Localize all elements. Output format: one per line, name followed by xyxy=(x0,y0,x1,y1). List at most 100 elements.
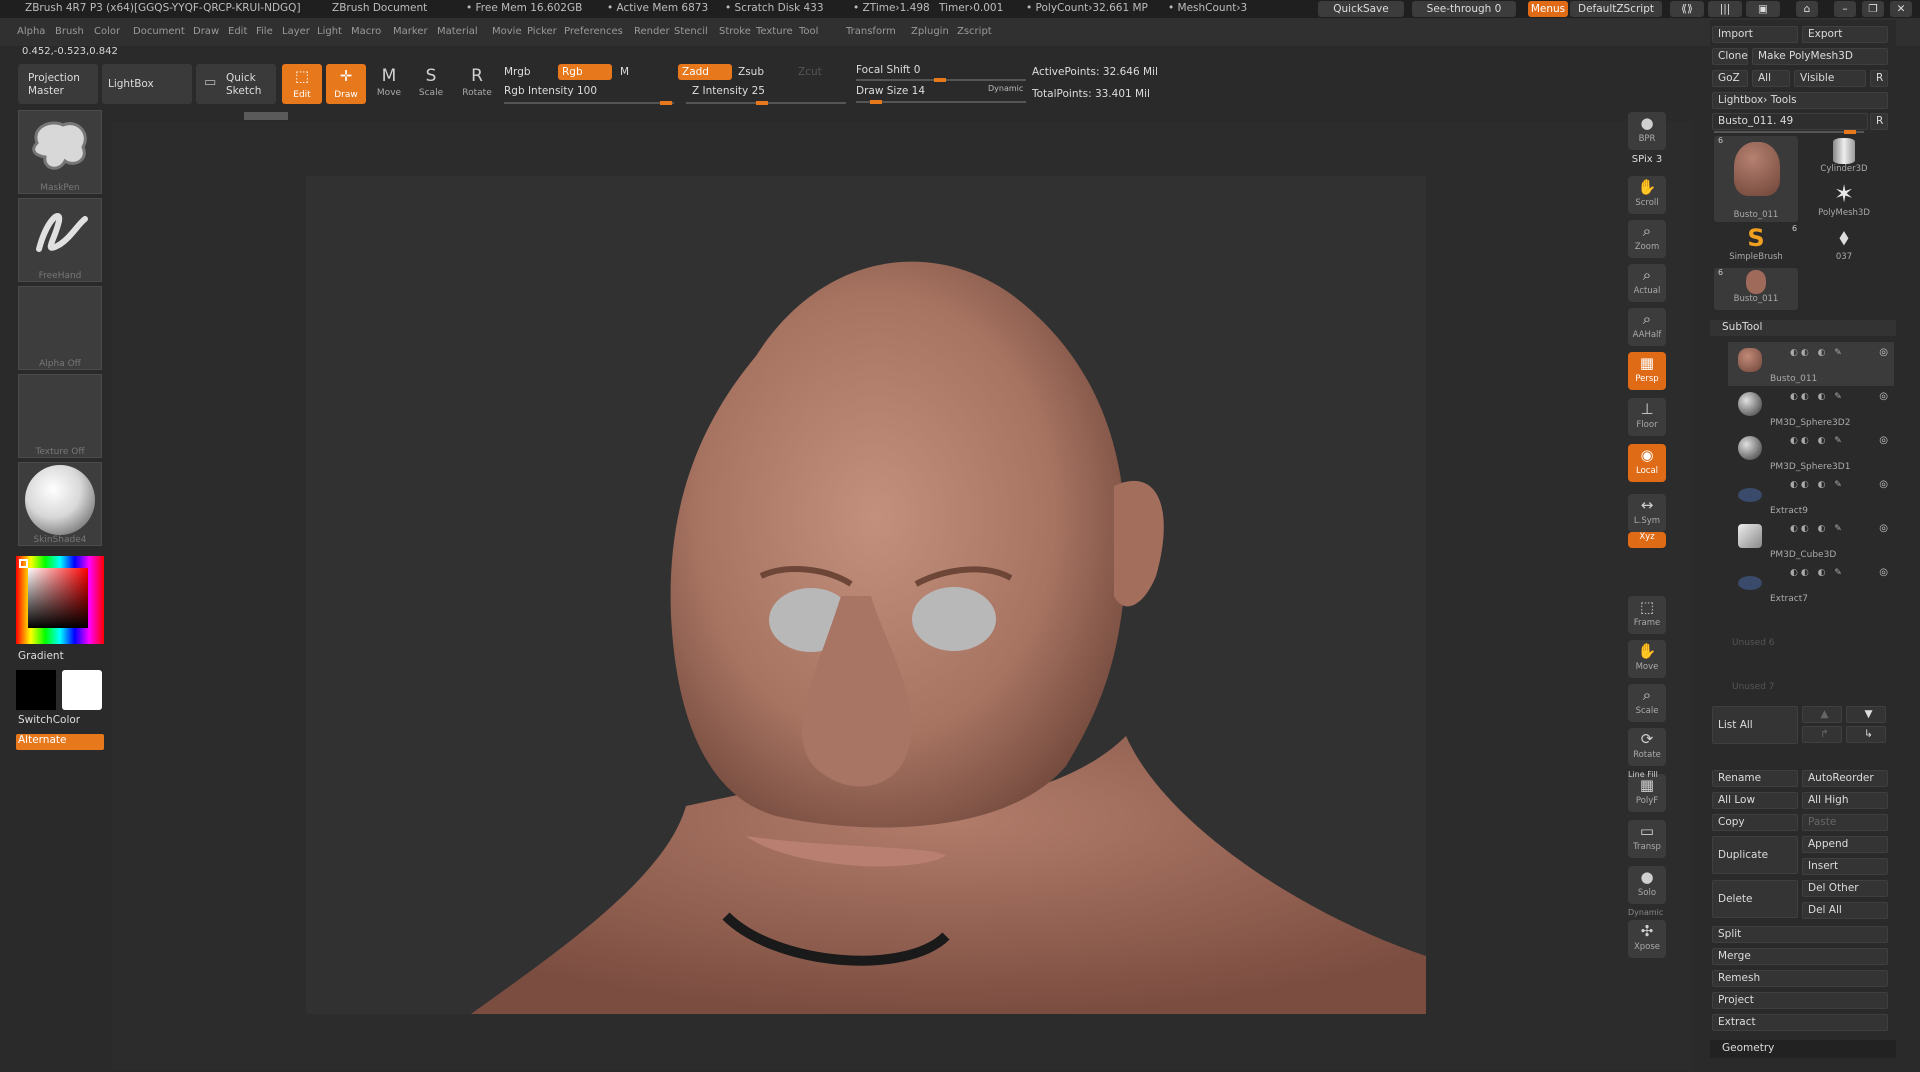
z-intensity-slider[interactable]: Z Intensity 25 xyxy=(692,85,765,97)
menu-light[interactable]: Light xyxy=(317,26,342,37)
subtool-row[interactable]: Unused 7 xyxy=(1728,650,1894,694)
main-color-swatch[interactable] xyxy=(16,670,56,710)
material-slot[interactable]: SkinShade4 xyxy=(18,462,102,546)
shelf-persp[interactable]: ▦ Persp xyxy=(1628,352,1666,390)
gradient-label[interactable]: Gradient xyxy=(18,650,64,662)
subtool-controls[interactable]: ◐◐ ◐ ✎ xyxy=(1790,480,1845,490)
rotate-button[interactable]: R Rotate xyxy=(458,64,496,104)
zcut-toggle[interactable]: Zcut xyxy=(798,66,822,78)
lightbox-tools-button[interactable]: Lightbox› Tools xyxy=(1712,92,1888,109)
insert-button[interactable]: Insert xyxy=(1802,858,1888,875)
project-section[interactable]: Project xyxy=(1712,992,1888,1009)
color-picker-square[interactable] xyxy=(28,568,88,628)
list-all-button[interactable]: List All xyxy=(1712,706,1798,744)
delete-button[interactable]: Delete xyxy=(1712,880,1798,918)
subtool-controls[interactable]: ◐◐ ◐ ✎ xyxy=(1790,348,1845,358)
draw-button[interactable]: ✛ Draw xyxy=(326,64,366,104)
tool-thumb-polymesh[interactable]: ✶ PolyMesh3D xyxy=(1802,180,1886,222)
rgb-intensity-track[interactable] xyxy=(504,101,674,105)
edit-button[interactable]: ⬚ Edit xyxy=(282,64,322,104)
secondary-color-swatch[interactable] xyxy=(62,670,102,710)
visibility-eye-icon[interactable]: ◎ xyxy=(1879,567,1888,578)
tool-thumb-busto[interactable]: 6 Busto_011 xyxy=(1714,136,1798,222)
menu-alpha[interactable]: Alpha xyxy=(17,26,45,37)
menu-tool[interactable]: Tool xyxy=(799,26,818,37)
shelf-xpose[interactable]: ✣ Xpose xyxy=(1628,920,1666,958)
remesh-section[interactable]: Remesh xyxy=(1712,970,1888,987)
export-button[interactable]: Export xyxy=(1802,26,1888,43)
duplicate-button[interactable]: Duplicate xyxy=(1712,836,1798,874)
subtool-controls[interactable]: ◐◐ ◐ ✎ xyxy=(1790,392,1845,402)
shelf-polyf[interactable]: ▦ PolyF xyxy=(1628,774,1666,812)
color-picker-handle[interactable] xyxy=(19,559,28,568)
make-polymesh-button[interactable]: Make PolyMesh3D xyxy=(1752,48,1888,65)
rgb-toggle[interactable]: Rgb xyxy=(558,64,612,80)
tool-thumb-simplebrush[interactable]: S SimpleBrush xyxy=(1714,224,1798,266)
goz-button[interactable]: GoZ xyxy=(1712,70,1748,87)
focal-shift-slider[interactable]: Focal Shift 0 xyxy=(856,64,920,76)
alpha-slot[interactable]: Alpha Off xyxy=(18,286,102,370)
shelf-move[interactable]: ✋ Move xyxy=(1628,640,1666,678)
shelf-actual[interactable]: ⌕ Actual xyxy=(1628,264,1666,302)
menu-picker[interactable]: Picker xyxy=(527,26,557,37)
projection-master-button[interactable]: Projection Master xyxy=(18,64,98,104)
shelf-spix-3[interactable]: SPix 3 xyxy=(1628,154,1666,172)
move-down-arrow-icon[interactable]: ▼ xyxy=(1846,706,1886,723)
focal-shift-knob[interactable] xyxy=(934,78,946,82)
goz-r-button[interactable]: R xyxy=(1870,70,1888,87)
menu-layer[interactable]: Layer xyxy=(282,26,310,37)
brush-slot[interactable]: MaskPen xyxy=(18,110,102,194)
visibility-eye-icon[interactable]: ◎ xyxy=(1879,479,1888,490)
window-icon[interactable]: ▣ xyxy=(1746,1,1780,17)
shelf-scroll[interactable]: ✋ Scroll xyxy=(1628,176,1666,214)
tool-thumb-cylinder[interactable]: Cylinder3D xyxy=(1802,136,1886,178)
focal-shift-track[interactable] xyxy=(856,78,1026,82)
shelf-l-sym[interactable]: ↔ L.Sym xyxy=(1628,494,1666,532)
alternate-button[interactable]: Alternate xyxy=(16,734,104,750)
tool-slider-knob[interactable] xyxy=(1844,130,1856,134)
goz-visible-button[interactable]: Visible xyxy=(1794,70,1866,87)
switch-color-button[interactable]: SwitchColor xyxy=(16,714,104,730)
del-other-button[interactable]: Del Other xyxy=(1802,880,1888,897)
menu-draw[interactable]: Draw xyxy=(193,26,219,37)
tool-thumb-037[interactable]: 6 ⬧ 037 xyxy=(1792,224,1886,266)
del-all-button[interactable]: Del All xyxy=(1802,902,1888,919)
minimize-icon[interactable]: – xyxy=(1834,1,1856,17)
zadd-toggle[interactable]: Zadd xyxy=(678,64,732,80)
subtool-row[interactable]: ◐◐ ◐ ✎ ◎ PM3D_Sphere3D2 xyxy=(1728,386,1894,430)
goz-all-button[interactable]: All xyxy=(1752,70,1790,87)
menu-stencil[interactable]: Stencil xyxy=(674,26,708,37)
document-viewport[interactable] xyxy=(306,176,1426,1014)
subtool-row[interactable]: Unused 6 xyxy=(1728,606,1894,650)
draw-size-track[interactable] xyxy=(856,100,1026,104)
draw-size-slider[interactable]: Draw Size 14 xyxy=(856,85,925,97)
shelf-transp[interactable]: ▭ Transp xyxy=(1628,820,1666,858)
clone-button[interactable]: Clone xyxy=(1712,48,1748,65)
all-high-button[interactable]: All High xyxy=(1802,792,1888,809)
stroke-slot[interactable]: FreeHand xyxy=(18,198,102,282)
visibility-eye-icon[interactable]: ◎ xyxy=(1879,391,1888,402)
menu-zscript[interactable]: Zscript xyxy=(957,26,992,37)
menu-material[interactable]: Material xyxy=(437,26,478,37)
tool-thumb-busto-2[interactable]: 6 Busto_011 xyxy=(1714,268,1798,310)
tool-name-slider[interactable]: Busto_011. 49 xyxy=(1712,113,1868,130)
rgb-intensity-slider[interactable]: Rgb Intensity 100 xyxy=(504,85,597,97)
see-through-slider[interactable]: See-through 0 xyxy=(1412,1,1516,17)
move-up-arrow-icon[interactable]: ▲ xyxy=(1802,706,1842,723)
quick-sketch-button[interactable]: ▭ Quick Sketch xyxy=(196,64,276,104)
lightbox-button[interactable]: LightBox xyxy=(102,64,192,104)
subtool-row[interactable]: ◐◐ ◐ ✎ ◎ Extract7 xyxy=(1728,562,1894,606)
close-icon[interactable]: ✕ xyxy=(1890,1,1912,17)
z-intensity-track[interactable] xyxy=(686,101,846,105)
rgb-intensity-knob[interactable] xyxy=(660,101,672,105)
z-intensity-knob[interactable] xyxy=(756,101,768,105)
subtool-row[interactable]: ◐◐ ◐ ✎ ◎ Busto_011 xyxy=(1728,342,1894,386)
shelf-floor[interactable]: ⊥ Floor xyxy=(1628,398,1666,436)
shelf-frame[interactable]: ⬚ Frame xyxy=(1628,596,1666,634)
subtool-row[interactable]: ◐◐ ◐ ✎ ◎ Extract9 xyxy=(1728,474,1894,518)
mrgb-toggle[interactable]: Mrgb xyxy=(504,66,531,78)
tool-slider-track[interactable] xyxy=(1714,130,1864,134)
autoreorder-button[interactable]: AutoReorder xyxy=(1802,770,1888,787)
sculpt-head-model[interactable] xyxy=(306,176,1426,1014)
visibility-eye-icon[interactable]: ◎ xyxy=(1879,347,1888,358)
